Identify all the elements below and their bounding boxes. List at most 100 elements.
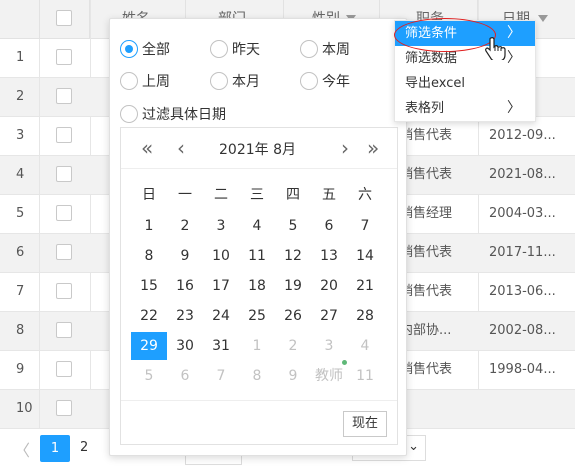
weekday-label: 五 — [322, 187, 336, 203]
date-cell: 2013-06... — [489, 284, 556, 299]
date-cell: 2012-09... — [489, 128, 556, 143]
calendar-day[interactable]: 22 — [131, 302, 167, 330]
calendar-day[interactable]: 6 — [167, 362, 203, 390]
calendar-day[interactable]: 7 — [347, 212, 383, 240]
year-month-label[interactable]: 2021年 8月 — [219, 139, 296, 159]
job-cell: 销售代表 — [400, 128, 453, 143]
select-all-checkbox[interactable] — [56, 10, 72, 26]
radio-icon — [210, 40, 228, 58]
radio-icon — [300, 72, 318, 90]
calendar-day[interactable]: 23 — [167, 302, 203, 330]
calendar-day[interactable]: 3 — [203, 212, 239, 240]
row-checkbox[interactable] — [56, 361, 72, 377]
calendar-day[interactable]: 2 — [275, 332, 311, 360]
filter-option-label: 上周 — [142, 74, 170, 90]
calendar-day[interactable]: 3 — [311, 332, 347, 360]
calendar-day[interactable]: 1 — [131, 212, 167, 240]
row-number: 7 — [0, 273, 40, 311]
calendar-day[interactable]: 24 — [203, 302, 239, 330]
prev-year-icon[interactable]: « — [141, 136, 153, 160]
filter-option-this-year[interactable]: 今年 — [300, 71, 350, 91]
calendar-day[interactable]: 5 — [131, 362, 167, 390]
weekday-label: 二 — [214, 187, 228, 203]
chevron-right-icon: 〉 — [507, 50, 521, 66]
calendar-day[interactable]: 29 — [131, 332, 167, 360]
calendar-day[interactable]: 7 — [203, 362, 239, 390]
menu-item-export-excel[interactable]: 导出excel — [395, 71, 535, 96]
calendar-day[interactable]: 8 — [239, 362, 275, 390]
filter-option-label: 今年 — [322, 74, 350, 90]
calendar-day[interactable]: 21 — [347, 272, 383, 300]
calendar-day[interactable]: 9 — [275, 362, 311, 390]
filter-option-specific-date[interactable]: 过滤具体日期 — [120, 104, 226, 124]
row-checkbox[interactable] — [56, 88, 72, 104]
filter-option-label: 本月 — [232, 74, 260, 90]
calendar-day[interactable]: 13 — [311, 242, 347, 270]
date-cell: 2017-11... — [489, 245, 556, 260]
calendar-day[interactable]: 18 — [239, 272, 275, 300]
page-jump-input[interactable] — [185, 456, 242, 465]
calendar-day[interactable]: 12 — [275, 242, 311, 270]
calendar-day[interactable]: 25 — [239, 302, 275, 330]
job-cell: 销售代表 — [400, 167, 453, 182]
menu-item-label: 导出excel — [405, 76, 465, 91]
weekday-label: 日 — [142, 187, 156, 203]
calendar-day[interactable]: 20 — [311, 272, 347, 300]
row-checkbox[interactable] — [56, 205, 72, 221]
calendar-day[interactable]: 9 — [167, 242, 203, 270]
chevron-down-icon: ⌄ — [408, 439, 419, 454]
calendar-day[interactable]: 4 — [347, 332, 383, 360]
radio-icon — [120, 40, 138, 58]
calendar-day[interactable]: 教师 — [311, 362, 347, 390]
filter-option-label: 昨天 — [232, 42, 260, 58]
calendar-day[interactable]: 10 — [203, 242, 239, 270]
prev-page-button[interactable]: 〈 — [14, 437, 30, 461]
filter-option-this-month[interactable]: 本月 — [210, 71, 260, 91]
filter-option-last-week[interactable]: 上周 — [120, 71, 170, 91]
row-checkbox[interactable] — [56, 127, 72, 143]
calendar-day[interactable]: 15 — [131, 272, 167, 300]
calendar-day[interactable]: 5 — [275, 212, 311, 240]
calendar-day[interactable]: 8 — [131, 242, 167, 270]
calendar-day[interactable]: 2 — [167, 212, 203, 240]
menu-item-label: 筛选数据 — [405, 51, 458, 66]
page-2-button[interactable]: 2 — [80, 440, 88, 455]
row-checkbox[interactable] — [56, 283, 72, 299]
filter-option-all[interactable]: 全部 — [120, 39, 170, 59]
calendar-day[interactable]: 19 — [275, 272, 311, 300]
job-cell: 内部协... — [400, 323, 452, 338]
calendar-day[interactable]: 4 — [239, 212, 275, 240]
row-number: 4 — [0, 156, 40, 194]
filter-option-this-week[interactable]: 本周 — [300, 39, 350, 59]
calendar-day[interactable]: 31 — [203, 332, 239, 360]
row-number: 9 — [0, 351, 40, 389]
row-checkbox[interactable] — [56, 49, 72, 65]
calendar-day[interactable]: 11 — [239, 242, 275, 270]
calendar-day[interactable]: 27 — [311, 302, 347, 330]
calendar-day[interactable]: 26 — [275, 302, 311, 330]
radio-icon — [210, 72, 228, 90]
page-1-button[interactable]: 1 — [40, 435, 70, 462]
row-checkbox[interactable] — [56, 244, 72, 260]
calendar-day[interactable]: 16 — [167, 272, 203, 300]
menu-item-table-columns[interactable]: 表格列 〉 — [395, 96, 535, 121]
date-filter-icon[interactable] — [538, 15, 548, 22]
chevron-right-icon: 〉 — [507, 25, 521, 41]
calendar-day[interactable]: 17 — [203, 272, 239, 300]
calendar-day[interactable]: 30 — [167, 332, 203, 360]
row-checkbox[interactable] — [56, 166, 72, 182]
calendar-day[interactable]: 28 — [347, 302, 383, 330]
calendar-day[interactable]: 11 — [347, 362, 383, 390]
next-year-icon[interactable]: » — [367, 136, 379, 160]
calendar-day[interactable]: 6 — [311, 212, 347, 240]
date-picker-footer: 现在 — [121, 400, 397, 445]
next-month-icon[interactable]: › — [341, 136, 349, 160]
date-picker: « ‹ 2021年 8月 › » 日一二三四五六 1 2 3 4 5 6 7 8 9 10 11 12… — [120, 127, 398, 445]
filter-option-yesterday[interactable]: 昨天 — [210, 39, 260, 59]
calendar-day[interactable]: 1 — [239, 332, 275, 360]
prev-month-icon[interactable]: ‹ — [177, 136, 185, 160]
row-checkbox[interactable] — [56, 400, 72, 416]
row-checkbox[interactable] — [56, 322, 72, 338]
calendar-day[interactable]: 14 — [347, 242, 383, 270]
now-button[interactable]: 现在 — [343, 411, 387, 437]
